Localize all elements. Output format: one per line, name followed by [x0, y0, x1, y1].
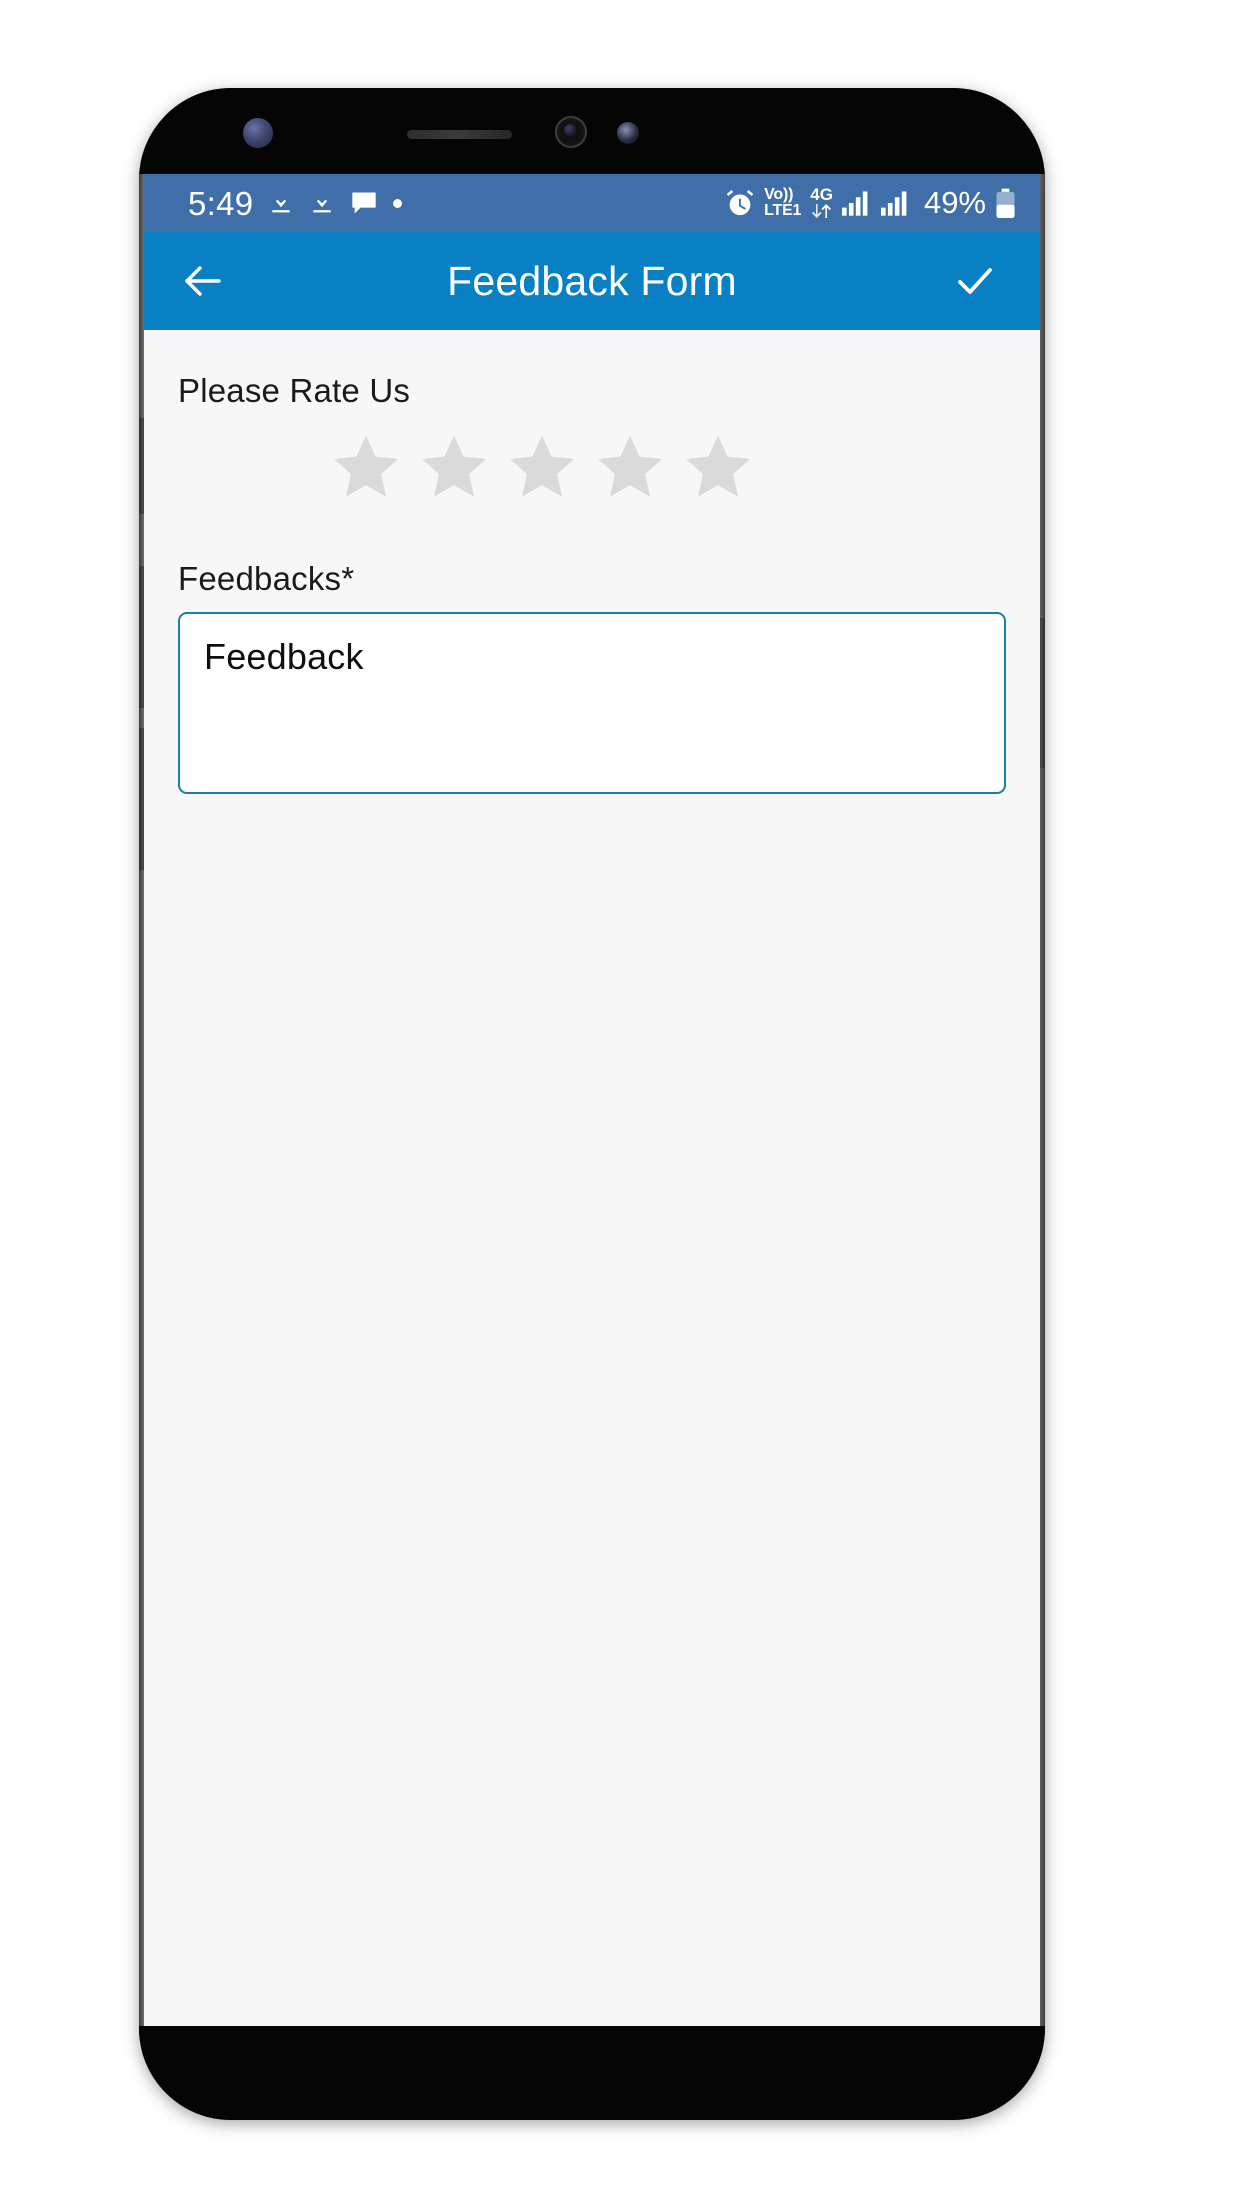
status-bar-right-group: Vo)) LTE1 4G 49% [725, 185, 1016, 221]
status-bar-clock: 5:49 [188, 184, 254, 222]
app-bar: Feedback Form [144, 232, 1040, 330]
feedback-input[interactable]: Feedback [178, 612, 1006, 794]
top-bezel [139, 88, 1045, 174]
check-icon [958, 268, 992, 294]
earpiece-speaker-icon [407, 130, 512, 139]
back-button[interactable] [172, 250, 234, 312]
status-bar-left-group: 5:49 [188, 184, 403, 222]
alarm-icon [725, 188, 755, 218]
phone-device-frame: 5:49 Vo)) LTE1 4G 49% Feedback Form Plea… [139, 88, 1045, 2120]
status-bar: 5:49 Vo)) LTE1 4G 49% [144, 174, 1040, 232]
download-icon [309, 190, 335, 216]
submit-button[interactable] [944, 250, 1006, 312]
screenshot-canvas: 5:49 Vo)) LTE1 4G 49% Feedback Form Plea… [0, 0, 1242, 2208]
battery-percent-label: 49% [923, 185, 986, 220]
star-icon[interactable] [593, 430, 667, 504]
data-transfer-icon [811, 203, 833, 220]
volte-label-bottom: LTE1 [764, 202, 802, 219]
feedback-input-value: Feedback [204, 636, 364, 677]
volte-indicator: Vo)) LTE1 [764, 187, 801, 219]
dot-indicator-icon [393, 198, 403, 208]
star-icon[interactable] [505, 430, 579, 504]
form-content: Please Rate Us Feedbacks* Feedback [144, 330, 1040, 2026]
front-camera-icon [555, 116, 587, 148]
battery-icon [995, 188, 1016, 219]
star-icon[interactable] [681, 430, 755, 504]
phone-screen: 5:49 Vo)) LTE1 4G 49% Feedback Form Plea… [144, 174, 1040, 2026]
feedback-label: Feedbacks* [178, 560, 355, 597]
volte-label-top: Vo)) [764, 186, 794, 203]
network-type-indicator: 4G [810, 186, 833, 220]
signal-bars-icon [880, 190, 911, 216]
download-icon [268, 190, 294, 216]
network-type-label: 4G [810, 185, 833, 204]
proximity-sensor-icon [617, 122, 639, 144]
star-rating-widget[interactable] [178, 430, 1006, 504]
back-arrow-icon [185, 266, 221, 296]
message-icon [350, 190, 378, 216]
iris-scanner-icon [243, 118, 273, 148]
page-title: Feedback Form [447, 257, 737, 304]
bottom-bezel [139, 2026, 1045, 2120]
signal-bars-icon [841, 190, 872, 216]
star-icon[interactable] [417, 430, 491, 504]
rating-label: Please Rate Us [178, 372, 411, 409]
star-icon[interactable] [329, 430, 403, 504]
